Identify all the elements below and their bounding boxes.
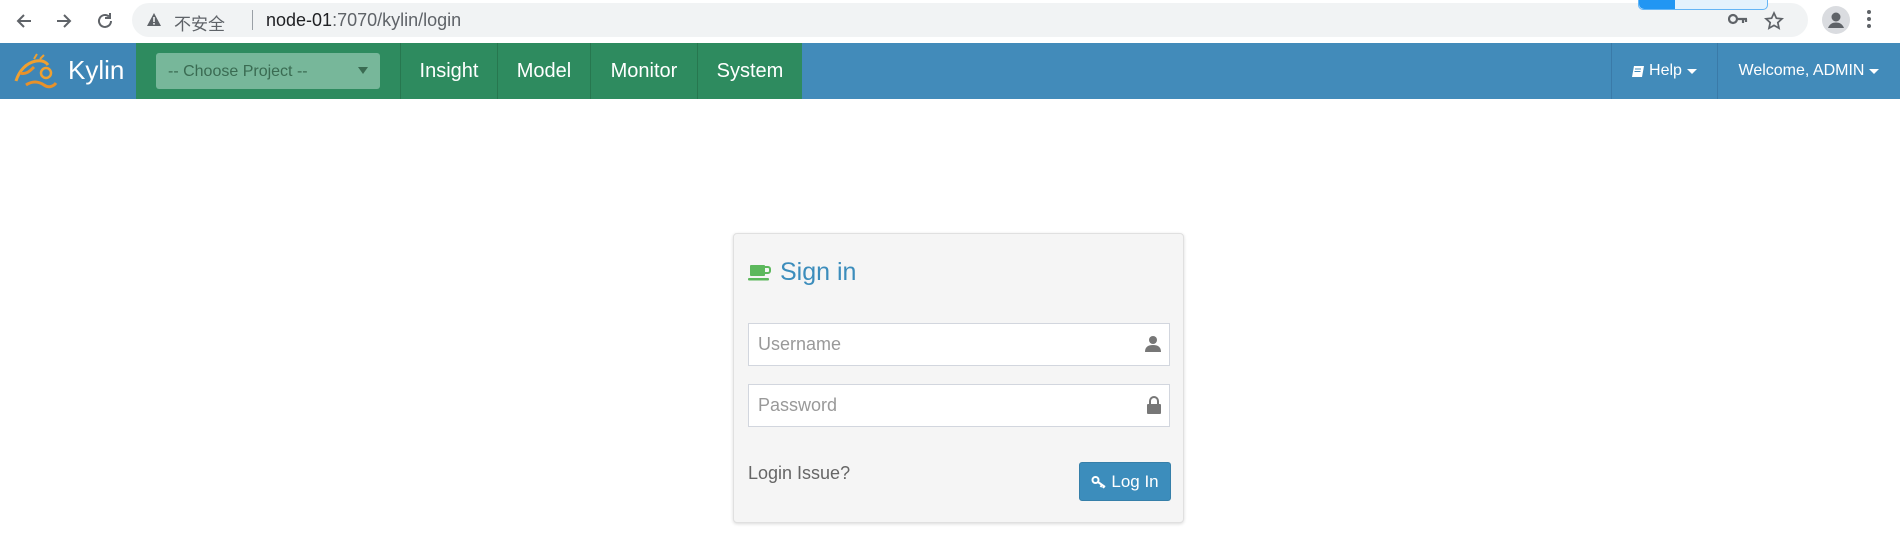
username-field[interactable]	[748, 323, 1170, 366]
caret-down-icon	[1686, 68, 1697, 74]
nav-insight[interactable]: Insight	[401, 43, 497, 99]
star-icon[interactable]	[1764, 11, 1784, 31]
extension-badge[interactable]	[1638, 0, 1768, 10]
user-icon	[1145, 336, 1161, 352]
chevron-down-icon	[358, 67, 368, 74]
login-button-label: Log In	[1111, 471, 1159, 491]
login-issue-link[interactable]: Login Issue?	[748, 463, 850, 484]
nav-monitor[interactable]: Monitor	[591, 43, 697, 99]
brand-name: Kylin	[68, 55, 125, 85]
arrow-left-icon	[16, 14, 31, 28]
nav-system[interactable]: System	[698, 43, 802, 99]
password-input[interactable]	[749, 385, 1138, 426]
back-button[interactable]	[10, 7, 38, 35]
app-navbar: Kylin -- Choose Project -- Insight Model…	[0, 43, 1900, 99]
project-select-value: -- Choose Project --	[168, 63, 308, 80]
book-icon	[1632, 65, 1645, 77]
nav-model[interactable]: Model	[498, 43, 590, 99]
project-select[interactable]: -- Choose Project --	[156, 53, 380, 89]
kylin-logo-icon	[14, 53, 58, 89]
user-menu[interactable]: Welcome, ADMIN	[1718, 43, 1900, 99]
address-bar[interactable]: 不安全 node-01:7070/kylin/login	[132, 3, 1808, 37]
address-separator	[252, 10, 253, 30]
help-menu[interactable]: Help	[1612, 43, 1716, 99]
profile-avatar-icon[interactable]	[1822, 6, 1850, 34]
brand[interactable]: Kylin	[0, 43, 136, 99]
username-input[interactable]	[749, 324, 1138, 365]
login-button[interactable]: Log In	[1079, 462, 1171, 501]
warning-icon[interactable]	[146, 12, 162, 27]
welcome-label: Welcome, ADMIN	[1738, 62, 1865, 79]
help-label: Help	[1649, 62, 1682, 79]
kebab-menu-icon[interactable]	[1866, 9, 1872, 29]
main-nav: -- Choose Project -- Insight Model Monit…	[136, 43, 802, 99]
extension-badge-icon	[1639, 0, 1675, 9]
key-icon	[1091, 475, 1106, 489]
coffee-cup-icon	[748, 264, 771, 280]
forward-button[interactable]	[50, 7, 78, 35]
caret-down-icon	[1869, 68, 1880, 74]
url-text[interactable]: node-01:7070/kylin/login	[266, 10, 461, 31]
password-field[interactable]	[748, 384, 1170, 427]
browser-toolbar: 不安全 node-01:7070/kylin/login	[0, 0, 1900, 42]
login-title: Sign in	[780, 258, 857, 286]
reload-button[interactable]	[91, 7, 119, 35]
login-header: Sign in	[748, 258, 856, 287]
lock-icon	[1147, 396, 1161, 414]
arrow-right-icon	[57, 14, 72, 28]
security-label[interactable]: 不安全	[174, 10, 225, 35]
key-icon[interactable]	[1728, 12, 1748, 26]
login-panel: Sign in Login Issue? Log In	[733, 233, 1184, 523]
reload-icon	[98, 13, 112, 28]
url-host: node-01	[266, 10, 333, 30]
url-path: :7070/kylin/login	[332, 10, 462, 30]
